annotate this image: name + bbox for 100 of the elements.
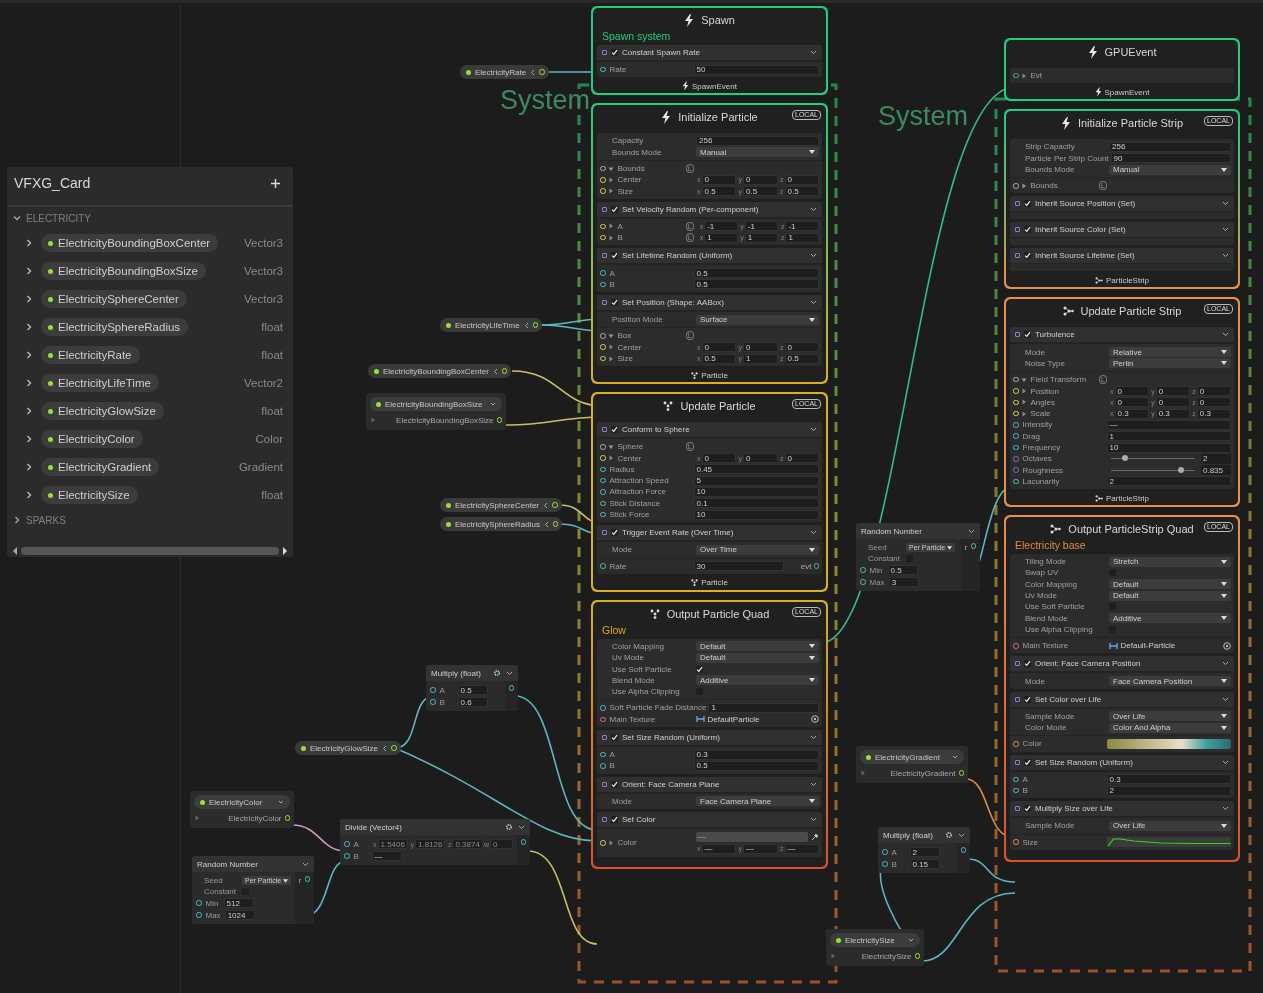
chevron-icon[interactable] xyxy=(492,367,498,375)
chevron-icon[interactable] xyxy=(1222,201,1229,207)
dropdown[interactable]: Over Time xyxy=(696,544,819,555)
value-field[interactable]: 0 xyxy=(743,453,778,464)
value-field[interactable]: 256 xyxy=(1109,141,1231,152)
value-field[interactable]: 90 xyxy=(1110,153,1231,164)
value-field[interactable]: 1 xyxy=(708,702,819,713)
caret-icon[interactable] xyxy=(607,839,614,846)
gradient-bar[interactable] xyxy=(1106,738,1231,749)
flow-port[interactable] xyxy=(602,816,607,822)
value-field[interactable]: 0.45 xyxy=(693,464,819,475)
chevron-icon[interactable] xyxy=(1222,661,1229,667)
flow-port[interactable] xyxy=(602,299,607,305)
property-pill[interactable]: ElectricitySize xyxy=(41,486,138,504)
property-pill[interactable]: ElectricitySphereCenter xyxy=(41,290,187,308)
chevron-icon[interactable] xyxy=(810,50,817,55)
chevron-icon[interactable] xyxy=(13,516,21,524)
property-pill[interactable]: ElectricityRate xyxy=(41,346,140,364)
flow-port[interactable] xyxy=(602,253,607,259)
value-field[interactable]: 0.5 xyxy=(701,186,736,197)
value-field[interactable]: 0 xyxy=(701,174,736,185)
caret-icon[interactable] xyxy=(607,165,614,172)
value-field[interactable]: — xyxy=(743,843,778,854)
chevron-icon[interactable] xyxy=(506,670,513,676)
caret-icon[interactable] xyxy=(607,332,614,339)
dropdown[interactable]: Default xyxy=(1109,579,1231,590)
caret-icon[interactable] xyxy=(194,815,200,821)
chevron-icon[interactable] xyxy=(25,267,33,275)
chevron-icon[interactable] xyxy=(810,816,817,822)
value-field[interactable]: 0.3874 xyxy=(452,839,483,849)
value-field[interactable]: 0.5 xyxy=(743,186,778,197)
value-field[interactable]: 0.6 xyxy=(457,697,488,707)
object-picker-icon[interactable] xyxy=(1223,641,1231,650)
object-picker-icon[interactable] xyxy=(811,715,819,724)
chevron-icon[interactable] xyxy=(13,214,21,222)
property-node[interactable]: ElectricitySphereCenter xyxy=(440,498,562,512)
dropdown[interactable]: Color And Alpha xyxy=(1109,722,1231,733)
horizontal-scrollbar[interactable] xyxy=(13,545,287,557)
dropdown[interactable]: Default xyxy=(696,641,819,652)
texture-field[interactable]: DefaultParticle xyxy=(693,714,807,725)
value-field[interactable]: 0.5 xyxy=(457,685,488,695)
chevron-icon[interactable] xyxy=(278,800,284,804)
checkbox[interactable] xyxy=(1024,758,1031,766)
value-field[interactable]: — xyxy=(1106,419,1231,430)
value-field[interactable]: 0 xyxy=(1155,397,1190,408)
value-field[interactable]: 0.5 xyxy=(784,353,819,364)
value-field[interactable]: 0.1 xyxy=(693,498,819,509)
property-pill[interactable]: ElectricitySize xyxy=(830,933,920,947)
chevron-icon[interactable] xyxy=(25,239,33,247)
flow-port[interactable] xyxy=(602,50,607,55)
dropdown[interactable]: Relative xyxy=(1109,347,1231,358)
checkbox[interactable] xyxy=(1024,660,1031,668)
value-field[interactable]: 0 xyxy=(784,174,819,185)
chevron-icon[interactable] xyxy=(25,463,33,471)
chevron-icon[interactable] xyxy=(25,407,33,415)
value-field[interactable]: 0 xyxy=(784,453,819,464)
checkbox[interactable] xyxy=(1024,226,1031,234)
dropdown[interactable]: Surface xyxy=(696,314,819,325)
property-node[interactable]: ElectricityLifeTime xyxy=(440,318,543,332)
slider-thumb[interactable] xyxy=(1177,466,1184,473)
chevron-icon[interactable] xyxy=(810,427,817,433)
value-field[interactable]: 1.5406 xyxy=(377,839,408,849)
dropdown[interactable]: Face Camera Plane xyxy=(696,796,819,807)
checkbox[interactable] xyxy=(1024,252,1031,260)
checkbox[interactable] xyxy=(1024,805,1031,813)
flow-port[interactable] xyxy=(1015,696,1020,702)
value-field[interactable]: 1.8126 xyxy=(414,839,446,849)
property-pill[interactable]: ElectricityGlowSize xyxy=(41,402,164,420)
flow-port[interactable] xyxy=(1015,253,1020,259)
caret-icon[interactable] xyxy=(860,770,866,776)
flow-port[interactable] xyxy=(602,427,607,433)
checkbox[interactable] xyxy=(1024,331,1031,339)
property-node[interactable]: ElectricitySphereRadius xyxy=(440,517,563,531)
value-field[interactable]: 0.5 xyxy=(693,279,819,290)
value-field[interactable]: 2 xyxy=(1201,453,1231,464)
flow-port[interactable] xyxy=(1015,201,1020,207)
chevron-icon[interactable] xyxy=(810,206,817,212)
caret-icon[interactable] xyxy=(1020,72,1027,79)
flow-port[interactable] xyxy=(602,781,607,787)
value-field[interactable]: 256 xyxy=(696,135,819,146)
value-field[interactable]: 0.5 xyxy=(693,760,819,771)
caret-icon[interactable] xyxy=(1020,182,1027,189)
value-field[interactable]: 1 xyxy=(704,232,738,243)
chevron-icon[interactable] xyxy=(543,501,549,509)
value-field[interactable]: 10 xyxy=(693,487,819,497)
value-field[interactable]: — xyxy=(784,843,819,854)
value-field[interactable]: 1 xyxy=(1106,431,1231,442)
property-pill[interactable]: ElectricityBoundingBoxCenter xyxy=(41,234,219,252)
value-field[interactable]: 0 xyxy=(489,839,513,849)
checkbox[interactable] xyxy=(611,780,618,788)
checkbox[interactable] xyxy=(611,298,618,306)
chevron-icon[interactable] xyxy=(25,351,33,359)
dropdown[interactable]: Manual xyxy=(696,147,819,158)
chevron-icon[interactable] xyxy=(302,861,309,867)
settings-icon[interactable] xyxy=(505,823,513,831)
property-node[interactable]: ElectricityRate xyxy=(460,65,549,79)
property-pill[interactable]: ElectricityGradient xyxy=(860,750,964,764)
property-pill[interactable]: ElectricityGradient xyxy=(41,458,160,476)
checkbox[interactable] xyxy=(611,529,618,537)
value-field[interactable]: 0.5 xyxy=(693,268,819,278)
